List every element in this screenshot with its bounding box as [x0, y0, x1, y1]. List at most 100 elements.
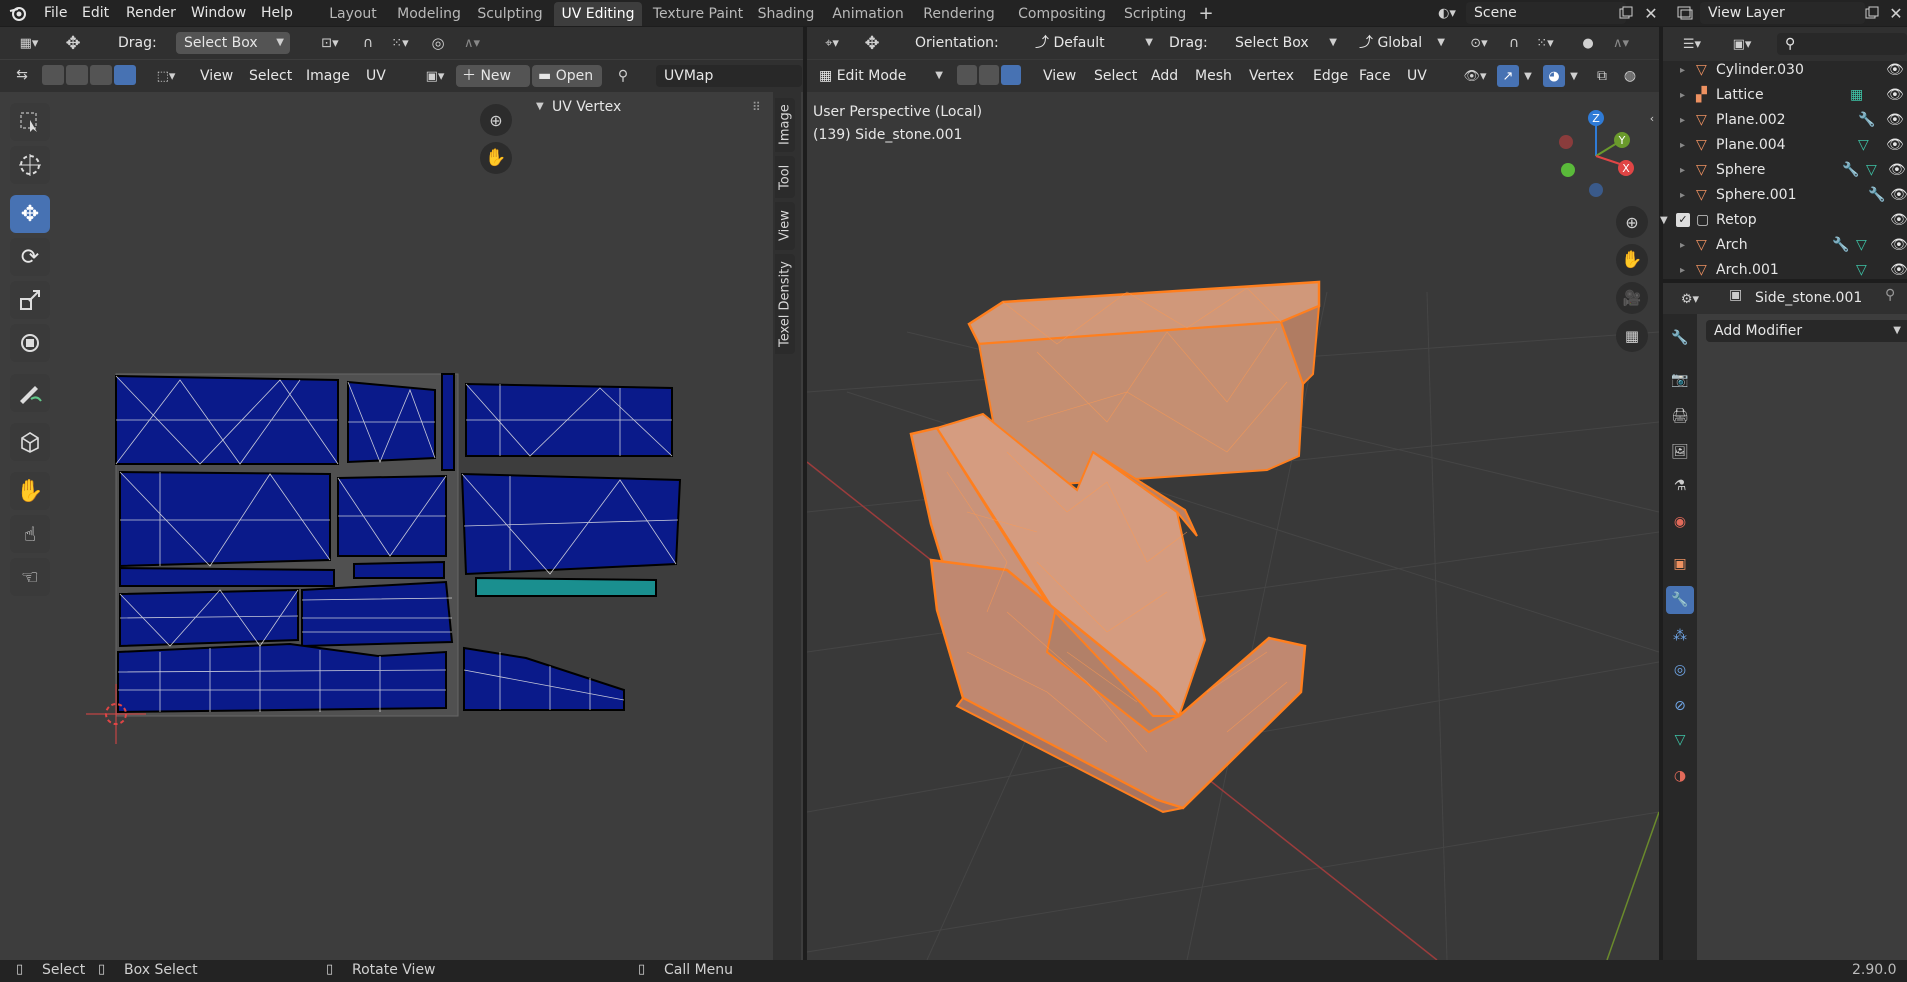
eye-icon[interactable]: 👁: [1888, 158, 1906, 183]
sync-selection-icon[interactable]: ⇆: [10, 64, 34, 86]
viewport-falloff-icon[interactable]: ∧▾: [1603, 32, 1639, 54]
viewport-snap-icon[interactable]: ∩: [1503, 32, 1525, 54]
uv-vertex-panel[interactable]: ▼ UV Vertex ⠿: [530, 96, 770, 118]
collection-checkbox[interactable]: ✓: [1676, 213, 1690, 227]
mesh-data-icon[interactable]: ▽: [1866, 158, 1877, 183]
modifier-wrench-icon[interactable]: 🔧: [1868, 183, 1885, 208]
outliner-row[interactable]: ▸ ▽ Sphere 🔧 ▽ 👁: [1662, 158, 1907, 183]
face-mode-icon[interactable]: [1001, 65, 1021, 85]
island-select-icon[interactable]: [114, 65, 136, 85]
viewport-menu-view[interactable]: View: [1043, 65, 1076, 87]
outliner-row[interactable]: ▸ ▽ Plane.002 🔧 👁: [1662, 108, 1907, 133]
modifier-properties-icon[interactable]: 🔧: [1666, 586, 1694, 614]
outliner-row[interactable]: ▸ ▽ Plane.004 ▽ 👁: [1662, 133, 1907, 158]
scale-tool[interactable]: [10, 281, 50, 319]
move-tool-icon[interactable]: ✥: [60, 31, 86, 55]
viewport-menu-select[interactable]: Select: [1094, 65, 1137, 87]
tab-view[interactable]: View: [775, 202, 795, 250]
uv-menu-view[interactable]: View: [200, 65, 233, 87]
tab-tool[interactable]: Tool: [775, 156, 795, 198]
snap-target-icon[interactable]: ⁙▾: [382, 32, 418, 54]
overlay-options-icon[interactable]: ▼: [1567, 65, 1581, 87]
viewport-menu-add[interactable]: Add: [1151, 65, 1178, 87]
transform-space-dropdown[interactable]: ⤴ Global ▼: [1355, 32, 1451, 54]
menu-render[interactable]: Render: [126, 3, 176, 23]
outliner-row[interactable]: ▸ ▽ Arch 🔧 ▽ 👁: [1662, 233, 1907, 258]
tab-animation[interactable]: Animation: [826, 2, 910, 26]
eye-icon[interactable]: 👁: [1890, 258, 1907, 279]
particles-properties-icon[interactable]: ⁂: [1666, 622, 1694, 650]
display-mode-icon[interactable]: ▣▾: [1723, 33, 1761, 55]
sidebar-toggle-icon[interactable]: ‹: [1646, 110, 1658, 126]
add-workspace-icon[interactable]: +: [1196, 3, 1216, 24]
tool-properties-icon[interactable]: 🔧: [1666, 324, 1694, 352]
rotate-tool[interactable]: ⟳: [10, 238, 50, 276]
view-layer-properties-icon[interactable]: 🖼: [1666, 438, 1694, 466]
outliner-editor-type-icon[interactable]: ☰▾: [1673, 33, 1711, 55]
annotate-tool[interactable]: [10, 374, 50, 412]
render-properties-icon[interactable]: 📷: [1666, 366, 1694, 394]
tab-uv-editing[interactable]: UV Editing: [554, 2, 642, 26]
sticky-select-icon[interactable]: ⬚▾: [148, 65, 184, 87]
physics-properties-icon[interactable]: ◎: [1666, 656, 1694, 684]
viewport-proportional-icon[interactable]: ●: [1577, 32, 1599, 54]
xray-icon[interactable]: ⧉: [1591, 65, 1613, 87]
outliner-search-input[interactable]: ⚲: [1777, 33, 1907, 55]
tab-sculpting[interactable]: Sculpting: [474, 2, 546, 26]
object-data-properties-icon[interactable]: ▽: [1666, 726, 1694, 754]
scene-icon[interactable]: ◐▾: [1430, 2, 1464, 24]
outliner-row[interactable]: ▸ ▽ Arch.001 ▽ 👁: [1662, 258, 1907, 279]
viewport-zoom-icon[interactable]: ⊕: [1616, 206, 1648, 238]
close-scene-icon[interactable]: ✕: [1641, 3, 1661, 23]
viewport-drag-dropdown[interactable]: Select Box ▼: [1227, 32, 1343, 54]
camera-icon[interactable]: 🎥: [1616, 282, 1648, 314]
uv-drag-dropdown[interactable]: Select Box ▼: [176, 32, 290, 54]
transform-tool[interactable]: [10, 324, 50, 362]
overlay-toggle-icon[interactable]: ◕: [1543, 65, 1565, 87]
lattice-data-icon[interactable]: ▦: [1850, 83, 1863, 108]
side-stone-mesh[interactable]: [909, 280, 1321, 814]
eye-icon[interactable]: 👁: [1886, 133, 1904, 158]
neg-z-icon[interactable]: [1589, 183, 1603, 197]
tab-texel-density[interactable]: Texel Density: [775, 254, 795, 354]
uv-menu-image[interactable]: Image: [306, 65, 350, 87]
eye-icon[interactable]: 👁: [1890, 208, 1907, 233]
mesh-data-icon[interactable]: ▽: [1858, 133, 1869, 158]
modifier-wrench-icon[interactable]: 🔧: [1842, 158, 1859, 183]
image-browse-icon[interactable]: ▣▾: [418, 65, 452, 87]
shading-wireframe-icon[interactable]: ◍: [1619, 65, 1641, 87]
proportional-edit-icon[interactable]: ◎: [426, 32, 450, 54]
outliner-row[interactable]: ▸ ▽ Sphere.001 🔧 👁: [1662, 183, 1907, 208]
vertex-select-icon[interactable]: [42, 65, 64, 85]
menu-edit[interactable]: Edit: [82, 3, 109, 23]
eye-icon[interactable]: 👁: [1886, 83, 1904, 108]
add-modifier-dropdown[interactable]: Add Modifier ▼: [1706, 320, 1907, 342]
material-properties-icon[interactable]: ◑: [1666, 762, 1694, 790]
cube-tool[interactable]: [10, 423, 50, 461]
uv-canvas[interactable]: [80, 360, 700, 760]
copy-scene-icon[interactable]: [1616, 3, 1636, 23]
viewport-menu-edge[interactable]: Edge: [1313, 65, 1348, 87]
uvmap-field[interactable]: UVMap: [656, 65, 802, 87]
move-tool[interactable]: ✥: [10, 195, 50, 233]
pin-icon[interactable]: ⚲: [612, 65, 634, 87]
open-image-button[interactable]: ▬ Open: [532, 65, 602, 87]
view-layer-field[interactable]: View Layer: [1700, 2, 1865, 24]
pivot-icon[interactable]: ⊡▾: [310, 32, 350, 54]
close-view-layer-icon[interactable]: ✕: [1886, 3, 1906, 23]
menu-file[interactable]: File: [44, 3, 67, 23]
vertex-mode-icon[interactable]: [957, 65, 977, 85]
tab-compositing[interactable]: Compositing: [1008, 2, 1116, 26]
viewport-editor-type-icon[interactable]: ⌖▾: [813, 32, 851, 54]
uv-menu-uv[interactable]: UV: [366, 65, 386, 87]
navigation-gizmo[interactable]: Z Y X: [1550, 104, 1640, 200]
neg-y-icon[interactable]: [1561, 163, 1575, 177]
object-properties-icon[interactable]: ▣: [1666, 550, 1694, 578]
tab-rendering[interactable]: Rendering: [918, 2, 1000, 26]
viewport-move-icon[interactable]: ✥: [859, 31, 885, 55]
outliner-row[interactable]: ▸ ▞ Lattice ▦ 👁: [1662, 83, 1907, 108]
modifier-wrench-icon[interactable]: 🔧: [1858, 108, 1875, 133]
gizmo-toggle-icon[interactable]: ↗: [1497, 65, 1519, 87]
properties-editor-type-icon[interactable]: ⚙▾: [1671, 288, 1709, 310]
zoom-icon[interactable]: ⊕: [480, 104, 512, 136]
